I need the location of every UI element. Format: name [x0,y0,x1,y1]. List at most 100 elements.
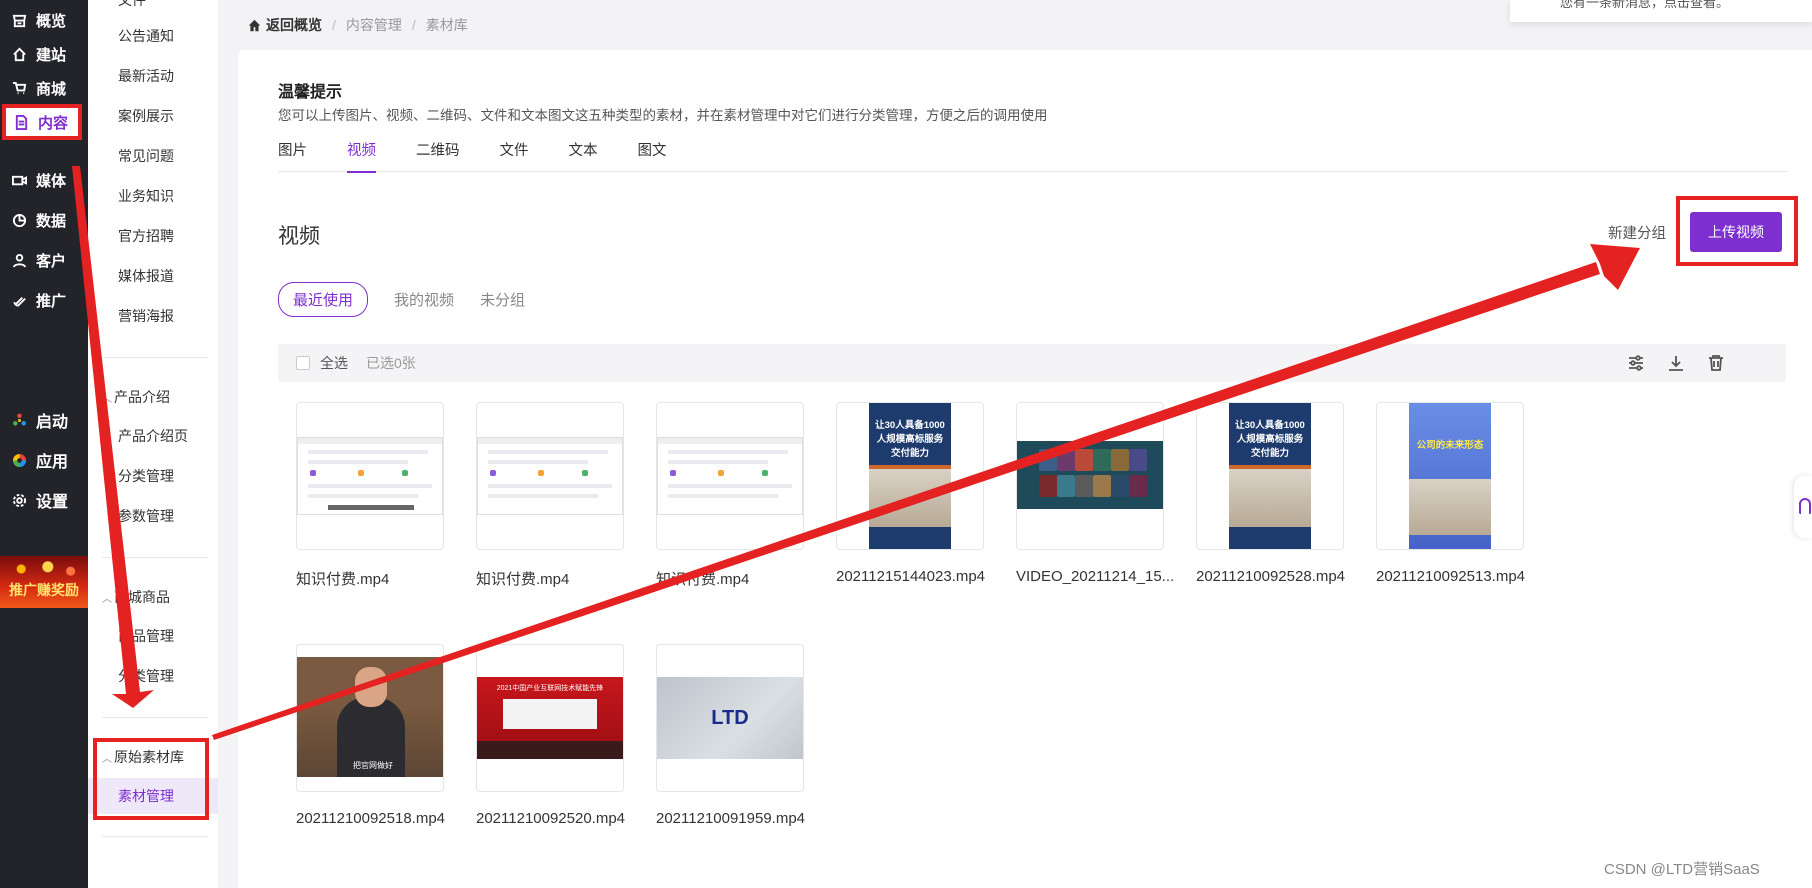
thumbnail-tile [1093,449,1111,471]
breadcrumb-home-label: 返回概览 [266,17,322,33]
nav-item-promote[interactable]: 推广 [0,282,88,318]
submenu-item[interactable]: 媒体报道 [88,258,218,294]
video-card[interactable] [476,402,624,550]
video-thumbnail [657,437,803,515]
submenu-item[interactable]: 常见问题 [88,138,218,174]
video-card[interactable]: 把官网做好 [296,644,444,792]
store-icon [10,11,28,29]
submenu-item[interactable]: 产品介绍页 [88,418,218,454]
breadcrumb: 返回概览 / 内容管理 / 素材库 [248,14,468,36]
video-card[interactable] [656,402,804,550]
breadcrumb-home[interactable]: 返回概览 [248,15,322,35]
nav-label: 数据 [36,212,67,230]
nav-item-customer[interactable]: 客户 [0,242,88,278]
video-card[interactable] [1016,402,1164,550]
promo-label: 推广赚奖励 [9,582,79,598]
tip-title: 温馨提示 [278,84,343,101]
thumbnail-headline: 让30人具备1000人规模高标服务交付能力 [875,420,945,459]
select-all-checkbox[interactable] [296,356,310,370]
headset-icon[interactable] [1794,476,1812,538]
thumbnail-tile [1039,449,1057,471]
select-all-label[interactable]: 全选 [320,353,348,373]
tab-qrcode[interactable]: 二维码 [416,136,460,172]
notification-text: 您有一条新消息，点击查看。 [1560,0,1730,10]
filter-ungrouped[interactable]: 未分组 [480,289,525,310]
submenu-group-mall[interactable]: ︿ 商城商品 [88,579,218,615]
video-filename: 20211215144023.mp4 [836,568,986,585]
tab-file[interactable]: 文件 [500,136,529,172]
submenu-divider [102,717,208,718]
submenu-item[interactable]: 分类管理 [88,658,218,694]
nav-label: 内容 [38,114,69,132]
main-nav: 概览 建站 商城 内容 媒体 数据 客户 推广 启动 应用 设置 推广赚奖励 [0,0,88,888]
submenu-item[interactable]: 业务知识 [88,178,218,214]
breadcrumb-separator: / [411,17,416,33]
watermark: CSDN @LTD营销SaaS [1604,861,1760,878]
chevron-up-icon: ︿ [102,394,112,405]
video-thumbnail [1017,441,1163,509]
submenu-item-material-manage[interactable]: 素材管理 [88,778,218,814]
video-thumbnail [297,437,443,515]
nav-item-launch[interactable]: 启动 [0,402,88,438]
submenu-item[interactable]: 最新活动 [88,58,218,94]
video-filename: 20211210092520.mp4 [476,810,626,827]
submenu-item[interactable]: 官方招聘 [88,218,218,254]
sliders-icon[interactable] [1626,353,1646,373]
submenu-item[interactable]: 公告通知 [88,18,218,54]
submenu-item[interactable]: 商品管理 [88,618,218,654]
tab-graphic[interactable]: 图文 [638,136,667,172]
video-card[interactable]: 让30人具备1000人规模高标服务交付能力 [1196,402,1344,550]
tab-text[interactable]: 文本 [569,136,598,172]
promo-banner[interactable]: 推广赚奖励 [0,556,88,608]
thumbnail-tile [1039,475,1057,497]
trash-icon[interactable] [1706,353,1726,373]
nav-item-site[interactable]: 建站 [0,36,88,72]
breadcrumb-item: 素材库 [425,17,468,33]
video-card[interactable]: 公司的未来形态 [1376,402,1524,550]
chevron-up-icon: ︿ [102,594,112,605]
filter-recent[interactable]: 最近使用 [278,282,369,317]
submenu-item[interactable]: 文件 [88,0,218,18]
video-card[interactable]: 2021中国产业互联网技术赋能先锋 [476,644,624,792]
nav-item-data[interactable]: 数据 [0,202,88,238]
video-card[interactable]: 让30人具备1000人规模高标服务交付能力 [836,402,984,550]
video-card[interactable] [296,402,444,550]
submenu-divider [102,357,208,358]
tab-image[interactable]: 图片 [278,136,307,172]
video-filename: 知识付费.mp4 [476,571,570,588]
new-group-button[interactable]: 新建分组 [1608,222,1666,243]
download-icon[interactable] [1666,353,1686,373]
submenu-group-material[interactable]: ︿ 原始素材库 [88,739,218,775]
nav-item-settings[interactable]: 设置 [0,482,88,518]
nav-item-mall[interactable]: 商城 [0,70,88,106]
video-thumbnail: 把官网做好 [297,657,443,777]
video-card[interactable]: LTD [656,644,804,792]
nav-item-overview[interactable]: 概览 [0,2,88,38]
breadcrumb-item[interactable]: 内容管理 [346,15,402,35]
filter-my-videos[interactable]: 我的视频 [394,289,454,310]
upload-video-button[interactable]: 上传视频 [1690,212,1782,252]
thumbnail-tile [1111,449,1129,471]
fireworks-graphic [6,558,82,580]
nav-item-content[interactable]: 内容 [2,104,82,140]
video-filename: 20211210091959.mp4 [656,810,806,827]
video-thumbnail [477,437,623,515]
nav-item-media[interactable]: 媒体 [0,162,88,198]
nav-label: 媒体 [36,172,67,190]
submenu-item[interactable]: 参数管理 [88,498,218,534]
notification-toast[interactable]: 您有一条新消息，点击查看。 [1510,0,1812,22]
ltd-logo: LTD [711,706,749,729]
nav-label: 概览 [36,12,67,30]
nav-item-apps[interactable]: 应用 [0,442,88,478]
tab-video[interactable]: 视频 [347,136,376,173]
submenu-item[interactable]: 营销海报 [88,298,218,334]
submenu-group-product[interactable]: ︿ 产品介绍 [88,379,218,415]
submenu-item[interactable]: 案例展示 [88,98,218,134]
main-panel: 温馨提示 您可以上传图片、视频、二维码、文件和文本图文这五种类型的素材，并在素材… [238,50,1812,888]
thumbnail-headline: 公司的未来形态 [1416,440,1484,451]
thumbnail-tile [1093,475,1111,497]
submenu-item[interactable]: 分类管理 [88,458,218,494]
video-thumbnail: 2021中国产业互联网技术赋能先锋 [477,677,623,759]
nav-label: 建站 [36,46,67,64]
gear-icon [10,491,28,509]
